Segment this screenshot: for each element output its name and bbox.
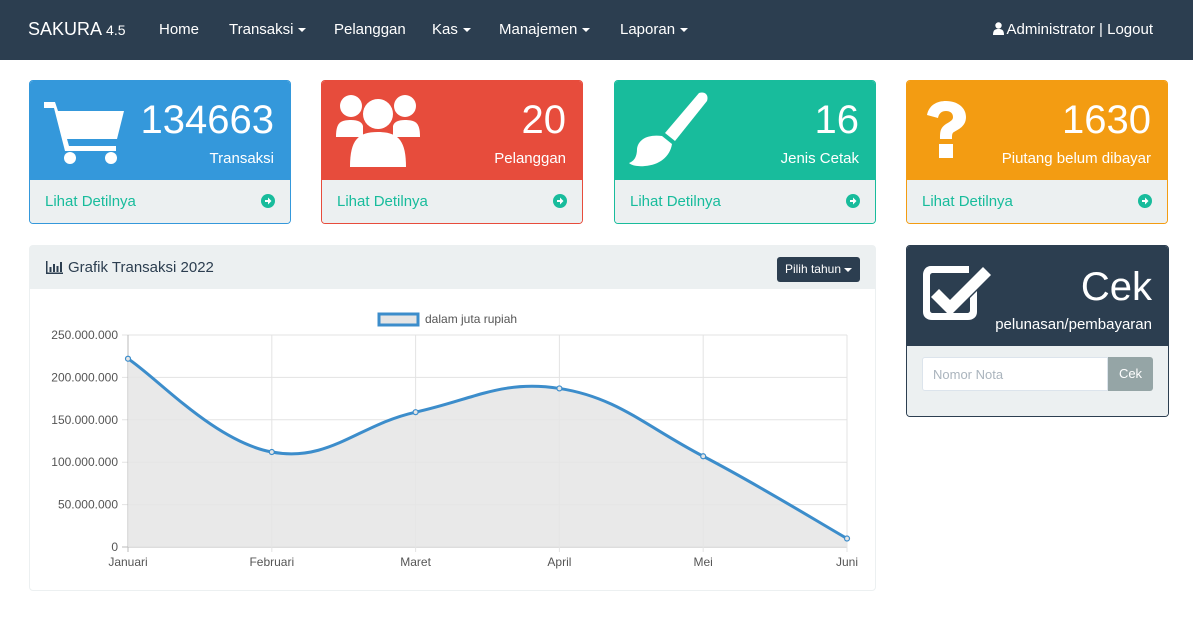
user-name[interactable]: Administrator bbox=[1007, 21, 1095, 38]
detail-link[interactable]: Lihat Detilnya bbox=[337, 193, 428, 210]
nav-transaksi-label: Transaksi bbox=[229, 21, 294, 38]
card-value: 1630 bbox=[1062, 98, 1151, 142]
year-select-label: Pilih tahun bbox=[784, 262, 841, 276]
caret-down-icon bbox=[462, 28, 471, 33]
legend-label: dalam juta rupiah bbox=[425, 312, 517, 326]
nav-pelanggan-label: Pelanggan bbox=[334, 21, 406, 38]
card-label: Jenis Cetak bbox=[780, 150, 859, 167]
chart-title: Grafik Transaksi 2022 bbox=[68, 259, 214, 276]
caret-down-icon bbox=[298, 28, 307, 33]
card-jenis-cetak-footer[interactable]: Lihat Detilnya bbox=[615, 180, 875, 223]
x-tick-label: Februari bbox=[249, 555, 294, 569]
data-point bbox=[843, 535, 851, 542]
card-pelanggan-header: 20 Pelanggan bbox=[322, 81, 582, 180]
nav-transaksi[interactable]: Transaksi bbox=[229, 21, 307, 38]
card-jenis-cetak: 16 Jenis Cetak Lihat Detilnya bbox=[614, 80, 876, 224]
caret-down-icon bbox=[844, 267, 852, 272]
nav-kas-label: Kas bbox=[432, 21, 458, 38]
cek-button[interactable]: Cek bbox=[1108, 357, 1153, 391]
navbar: SAKURA 4.5 Home Transaksi Pelanggan Kas … bbox=[0, 0, 1193, 60]
nav-laporan[interactable]: Laporan bbox=[620, 21, 689, 38]
users-icon bbox=[336, 95, 420, 167]
y-tick-label: 100.000.000 bbox=[51, 455, 118, 469]
card-value: 134663 bbox=[140, 98, 274, 142]
card-transaksi: 134663 Transaksi Lihat Detilnya bbox=[29, 80, 291, 224]
user-icon bbox=[992, 22, 1004, 35]
data-point bbox=[700, 453, 707, 460]
brand-name: SAKURA bbox=[28, 19, 102, 39]
cek-panel: Cek pelunasan/pembayaran Cek bbox=[906, 245, 1169, 417]
detail-link[interactable]: Lihat Detilnya bbox=[922, 193, 1013, 210]
user-menu: Administrator | Logout bbox=[992, 21, 1153, 38]
card-label: Pelanggan bbox=[494, 150, 566, 167]
card-value: 16 bbox=[814, 98, 860, 142]
bar-chart-icon bbox=[46, 261, 63, 274]
x-tick-label: Januari bbox=[108, 555, 147, 569]
data-point bbox=[556, 385, 563, 392]
paint-brush-icon bbox=[629, 92, 708, 167]
x-tick-label: Mei bbox=[694, 555, 713, 569]
card-value: 20 bbox=[521, 98, 567, 142]
cek-title: Cek bbox=[1080, 265, 1152, 309]
y-tick-label: 50.000.000 bbox=[58, 498, 118, 512]
nomor-nota-input[interactable] bbox=[922, 357, 1108, 391]
shopping-cart-icon bbox=[44, 102, 124, 164]
cek-panel-footer: Cek bbox=[907, 346, 1168, 416]
card-transaksi-header: 134663 Transaksi bbox=[30, 81, 290, 180]
caret-down-icon bbox=[680, 28, 689, 33]
data-point bbox=[268, 448, 275, 456]
transaction-line-chart: 0 50.000.000 100.000.000 150.000.000 200.000… bbox=[51, 312, 858, 569]
data-point bbox=[412, 409, 419, 416]
chart-panel-header: Grafik Transaksi 2022 Pilih tahun bbox=[30, 246, 875, 289]
nav-home-label: Home bbox=[159, 21, 200, 38]
logout-link[interactable]: Logout bbox=[1107, 21, 1153, 38]
card-piutang-footer[interactable]: Lihat Detilnya bbox=[907, 180, 1167, 223]
cek-panel-header: Cek pelunasan/pembayaran bbox=[907, 246, 1168, 346]
x-tick-label: April bbox=[547, 555, 571, 569]
x-tick-label: Juni bbox=[836, 555, 858, 569]
nav-manajemen[interactable]: Manajemen bbox=[499, 21, 591, 38]
detail-link[interactable]: Lihat Detilnya bbox=[45, 193, 136, 210]
nav-laporan-label: Laporan bbox=[620, 21, 676, 38]
arrow-circle-right-icon bbox=[261, 194, 275, 208]
y-tick-label: 200.000.000 bbox=[51, 370, 118, 384]
card-label: Piutang belum dibayar bbox=[1001, 150, 1151, 167]
legend-swatch bbox=[377, 312, 420, 327]
card-jenis-cetak-header: 16 Jenis Cetak bbox=[615, 81, 875, 180]
card-pelanggan: 20 Pelanggan Lihat Detilnya bbox=[321, 80, 583, 224]
card-transaksi-footer[interactable]: Lihat Detilnya bbox=[30, 180, 290, 223]
card-pelanggan-footer[interactable]: Lihat Detilnya bbox=[322, 180, 582, 223]
brand[interactable]: SAKURA 4.5 bbox=[28, 19, 126, 40]
card-label: Transaksi bbox=[209, 150, 274, 167]
x-tick-label: Maret bbox=[400, 555, 431, 569]
year-select-button[interactable]: Pilih tahun bbox=[776, 257, 860, 282]
y-tick-label: 0 bbox=[111, 540, 118, 554]
nav-home[interactable]: Home bbox=[159, 21, 199, 38]
nav-kas[interactable]: Kas bbox=[432, 21, 471, 38]
question-icon bbox=[927, 101, 966, 158]
card-piutang-header: 1630 Piutang belum dibayar bbox=[907, 81, 1167, 180]
arrow-circle-right-icon bbox=[1138, 194, 1152, 208]
arrow-circle-right-icon bbox=[553, 194, 567, 208]
y-tick-label: 250.000.000 bbox=[51, 328, 118, 342]
check-square-icon bbox=[923, 266, 991, 320]
card-piutang: 1630 Piutang belum dibayar Lihat Detilny… bbox=[906, 80, 1168, 224]
detail-link[interactable]: Lihat Detilnya bbox=[630, 193, 721, 210]
nav-manajemen-label: Manajemen bbox=[499, 21, 578, 38]
series-area bbox=[128, 358, 847, 547]
arrow-circle-right-icon bbox=[846, 194, 860, 208]
data-point bbox=[124, 355, 132, 362]
brand-version: 4.5 bbox=[106, 22, 126, 38]
chart-panel: Grafik Transaksi 2022 Pilih tahun 0 50.00… bbox=[29, 245, 876, 591]
nav-pelanggan[interactable]: Pelanggan bbox=[334, 21, 406, 38]
caret-down-icon bbox=[582, 28, 591, 33]
y-tick-label: 150.000.000 bbox=[51, 413, 118, 427]
cek-subtitle: pelunasan/pembayaran bbox=[995, 316, 1152, 333]
user-separator: | bbox=[1099, 21, 1103, 38]
